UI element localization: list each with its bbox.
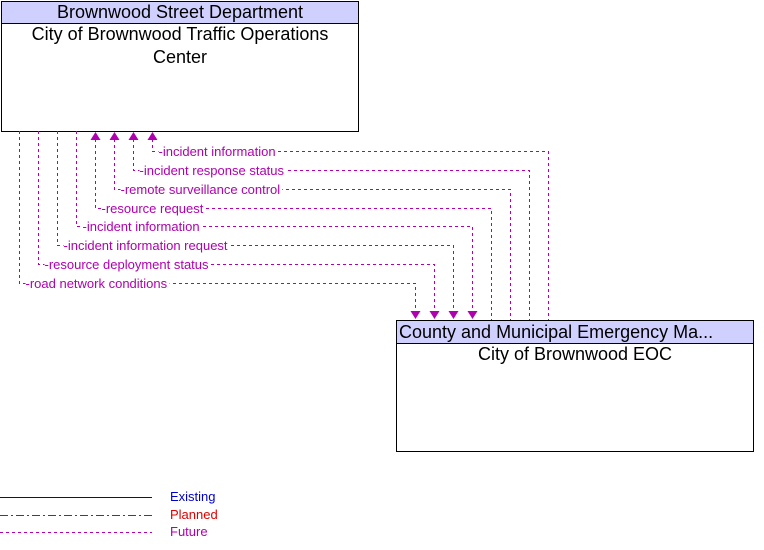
flow-label: -resource deployment status bbox=[45, 257, 210, 272]
legend-label-existing: Existing bbox=[170, 489, 216, 504]
flow-label: -incident information request bbox=[64, 238, 228, 253]
flow-label: -incident response status bbox=[140, 163, 285, 178]
arrow-down-icon bbox=[448, 311, 459, 319]
flow-label: -incident information bbox=[159, 144, 276, 159]
arrow-up-icon bbox=[147, 132, 158, 140]
flow-diagram: -incident information -incident response … bbox=[0, 131, 549, 533]
legend-label-planned: Planned bbox=[170, 507, 218, 522]
arrow-down-icon bbox=[429, 311, 440, 319]
arrow-up-icon bbox=[109, 132, 120, 140]
flow-label: -road network conditions bbox=[26, 276, 168, 291]
flow-label: -incident information bbox=[83, 219, 200, 234]
arrow-up-icon bbox=[128, 132, 139, 140]
arrow-down-icon bbox=[410, 311, 421, 319]
flow-label: -remote surveillance control bbox=[121, 182, 281, 197]
arrow-up-icon bbox=[90, 132, 101, 140]
arrow-down-icon bbox=[467, 311, 478, 319]
flow-label: -resource request bbox=[102, 201, 204, 216]
legend-label-future: Future bbox=[170, 524, 208, 539]
